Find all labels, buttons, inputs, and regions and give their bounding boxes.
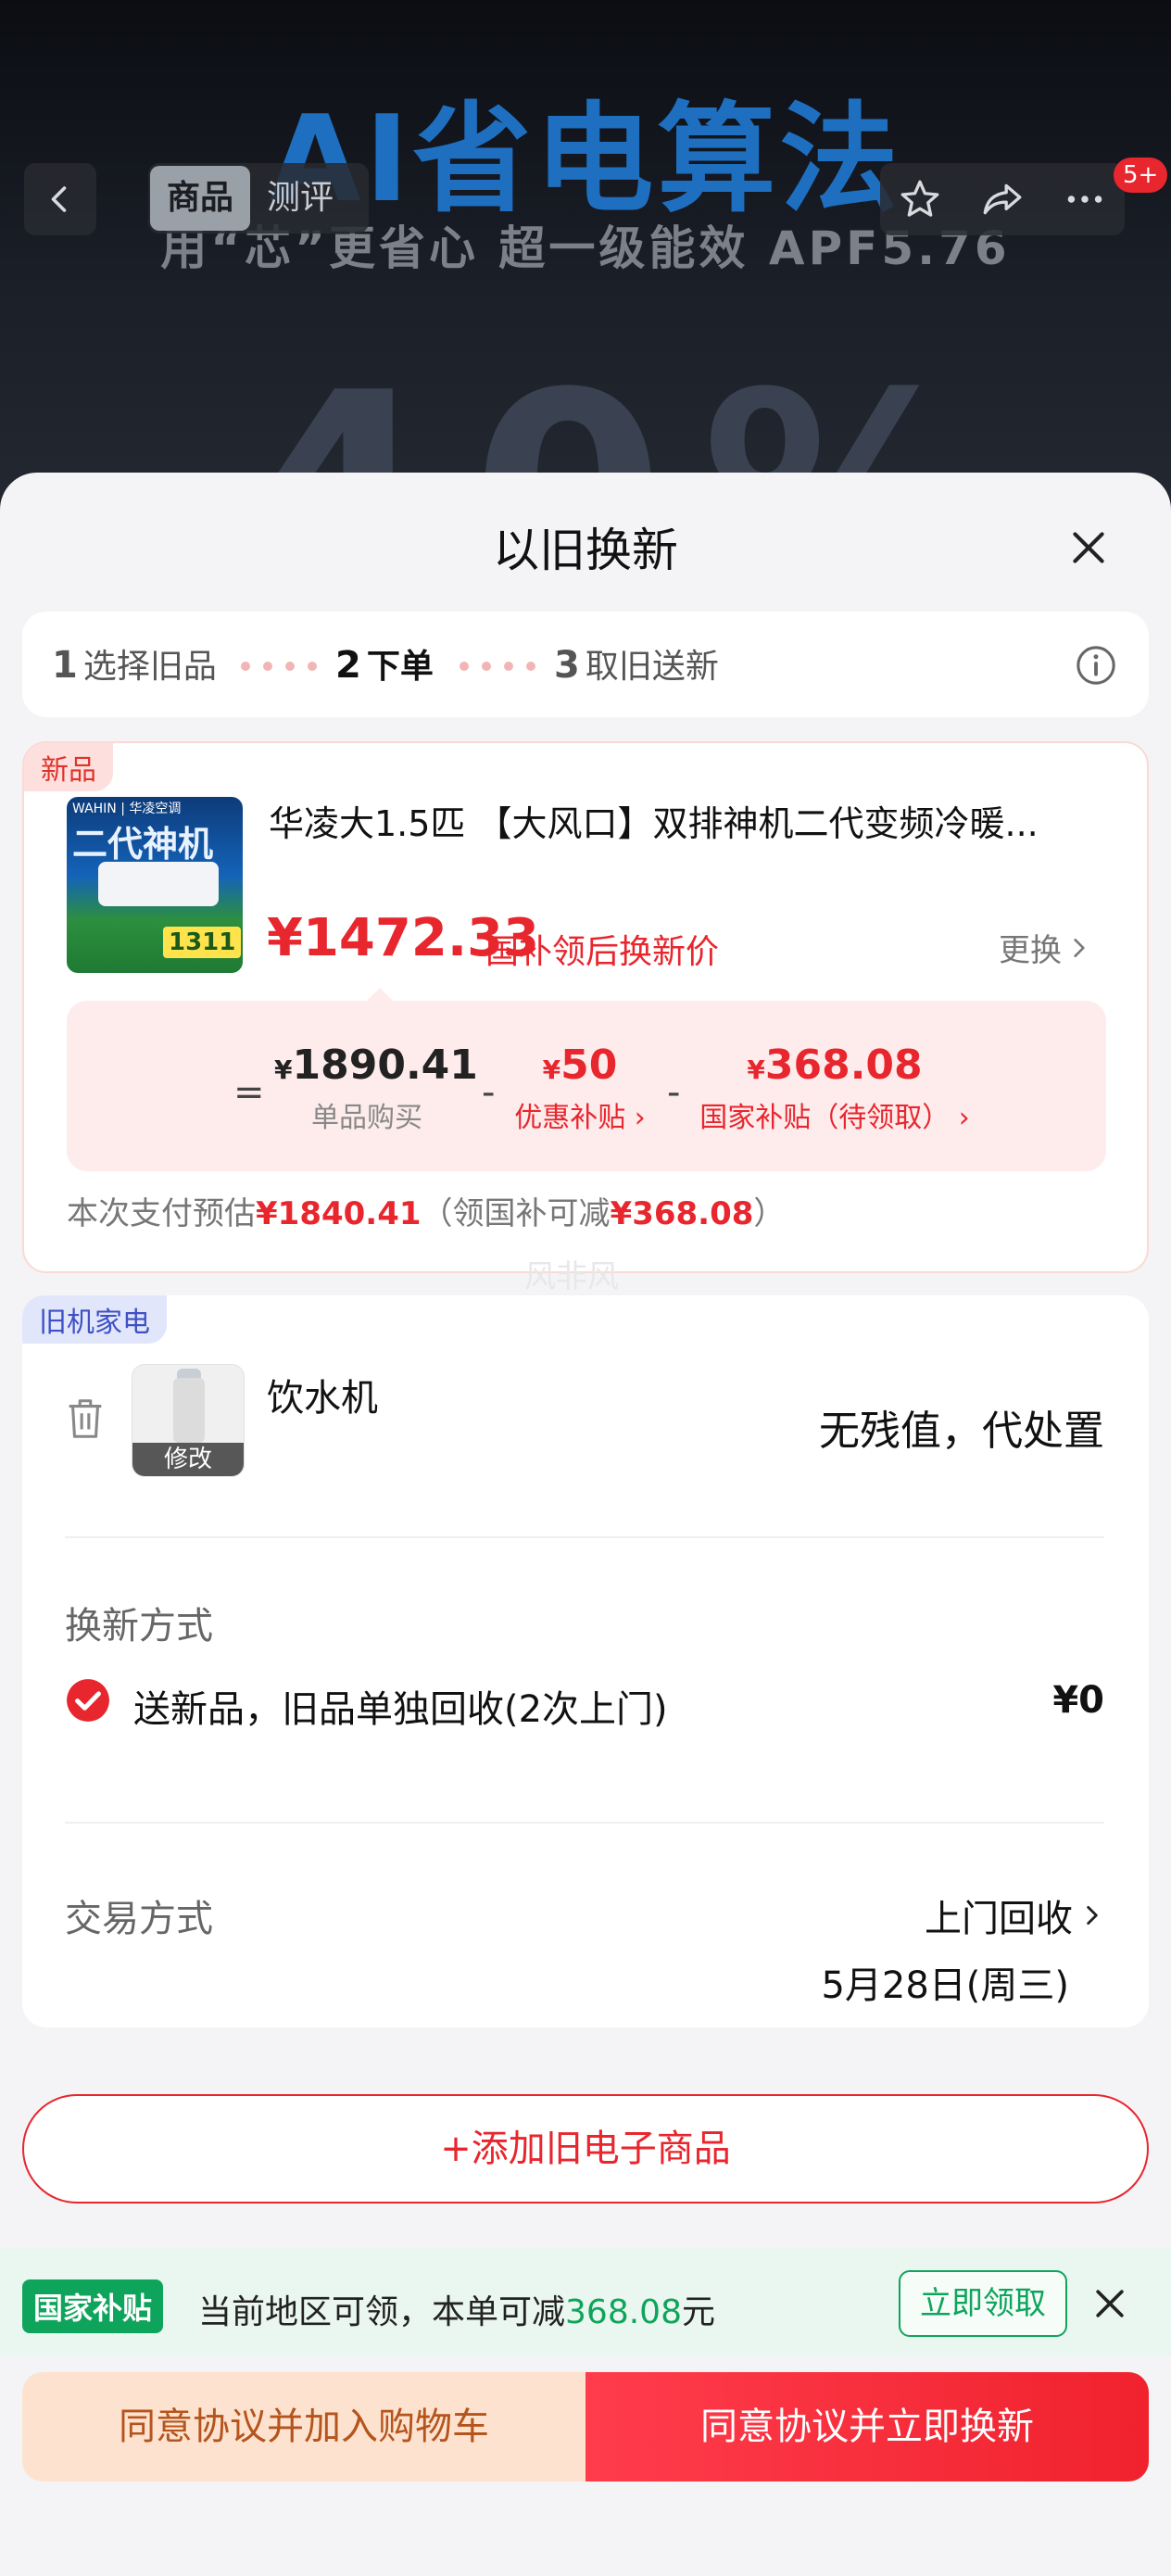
subsidy-symbol: ¥ <box>747 1054 765 1085</box>
minus-sign: - <box>482 1071 496 1114</box>
dispenser-graphic <box>173 1378 205 1443</box>
discount-value: 50 <box>560 1042 618 1089</box>
add-to-cart-button[interactable]: 同意协议并加入购物车 <box>22 2372 586 2481</box>
method-option-text[interactable]: 送新品，旧品单独回收(2次上门) <box>133 1679 668 1733</box>
step-2-number: 2 <box>335 644 361 687</box>
product-image-text: 二代神机 <box>72 824 214 865</box>
step-progress: 1 选择旧品 2 下单 3 取旧送新 <box>22 612 1149 717</box>
base-price-label: 单品购买 <box>311 1102 422 1134</box>
product-image-brand: WAHIN | 华凌空调 <box>72 802 182 816</box>
chevron-right-icon <box>1074 938 1085 957</box>
old-appliance-image[interactable]: 修改 <box>132 1364 245 1477</box>
pay-suffix: ） <box>753 1195 786 1232</box>
subsidy-bar: 国家补贴 当前地区可领，本单可减368.08元 立即领取 <box>0 2248 1171 2355</box>
info-icon[interactable] <box>1075 644 1117 687</box>
change-product-button[interactable]: 更换 <box>999 925 1091 970</box>
discount-subsidy[interactable]: ¥50 优惠补贴 › <box>506 1042 654 1135</box>
product-image-price: 1311 <box>163 927 242 958</box>
checkmark-icon[interactable] <box>65 1677 111 1724</box>
claim-subsidy-button[interactable]: 立即领取 <box>899 2270 1067 2337</box>
trade-section-label: 交易方式 <box>65 1898 213 1940</box>
national-subsidy[interactable]: ¥368.08 国家补贴（待领取） › <box>682 1042 988 1135</box>
add-old-item-button[interactable]: +添加旧电子商品 <box>22 2094 1149 2203</box>
close-icon[interactable] <box>1065 524 1112 571</box>
tab-review[interactable]: 测评 <box>250 166 350 231</box>
close-icon[interactable] <box>1089 2283 1130 2324</box>
pay-subsidy: ¥368.08 <box>610 1195 754 1232</box>
tab-product[interactable]: 商品 <box>150 166 251 231</box>
subsidy-text: 当前地区可领，本单可减368.08元 <box>198 2285 715 2333</box>
base-price: ¥1890.41 单品购买 <box>274 1042 478 1135</box>
equals-sign: = <box>233 1071 265 1114</box>
more-icon[interactable] <box>1062 176 1108 222</box>
subsidy-amount: 368.08 <box>565 2293 682 2331</box>
step-1-label: 选择旧品 <box>82 648 217 686</box>
price-breakdown: = ¥1890.41 单品购买 - ¥50 优惠补贴 › - ¥368.08 国… <box>67 988 1106 1171</box>
old-appliance-name: 饮水机 <box>267 1377 378 1420</box>
payment-estimate: 本次支付预估¥1840.41（领国补可减¥368.08） <box>67 1188 785 1233</box>
divider <box>65 1536 1104 1538</box>
step-1-number: 1 <box>52 644 78 687</box>
subsidy-label: 国家补贴（待领取） › <box>699 1102 970 1134</box>
subsidy-tag: 国家补贴 <box>22 2279 164 2333</box>
base-price-value: 1890.41 <box>292 1042 478 1089</box>
method-section-label: 换新方式 <box>65 1605 213 1648</box>
trade-in-sheet: 以旧换新 1 选择旧品 2 下单 3 取旧送新 新品 WAHIN | 华凌空调 二代神… <box>0 473 1171 2576</box>
trade-in-now-button[interactable]: 同意协议并立即换新 <box>586 2372 1149 2481</box>
step-2-label: 下单 <box>366 648 434 686</box>
minus-sign: - <box>667 1071 681 1114</box>
subsidy-value: 368.08 <box>764 1042 923 1089</box>
pay-mid: （领国补可减 <box>421 1195 611 1232</box>
pickup-date: 5月28日(周三) <box>821 1964 1069 2007</box>
step-3-number: 3 <box>554 644 580 687</box>
discount-symbol: ¥ <box>542 1054 561 1085</box>
step-3-label: 取旧送新 <box>585 648 719 686</box>
step-dots <box>241 662 317 671</box>
divider <box>65 1822 1104 1824</box>
sheet-title: 以旧换新 <box>493 524 678 577</box>
old-appliance-tag: 旧机家电 <box>22 1295 167 1344</box>
step-2: 2 下单 <box>335 639 434 688</box>
top-actions <box>880 163 1125 235</box>
back-button[interactable] <box>24 163 96 235</box>
watermark: 风非风 <box>524 1258 619 1295</box>
product-hero-banner: AI省电算法 用“芯”更省心 超一级能效 APF5.76 40% 商品 测评 5… <box>0 0 1171 519</box>
subsidy-text-prefix: 当前地区可领，本单可减 <box>198 2293 566 2331</box>
step-3: 3 取旧送新 <box>554 639 719 688</box>
air-conditioner-graphic <box>98 862 219 906</box>
pay-prefix: 本次支付预估 <box>67 1195 256 1232</box>
product-title[interactable]: 华凌大1.5匹 【大风口】双排神机二代变频冷暖... <box>269 795 1102 846</box>
step-1: 1 选择旧品 <box>52 639 217 688</box>
top-tabs: 商品 测评 <box>148 163 369 234</box>
new-product-tag: 新品 <box>24 743 113 791</box>
share-icon[interactable] <box>977 176 1027 222</box>
product-image[interactable]: WAHIN | 华凌空调 二代神机 1311 <box>67 797 243 973</box>
step-dots <box>460 662 535 671</box>
trash-icon[interactable] <box>65 1395 106 1442</box>
discount-label: 优惠补贴 › <box>514 1102 646 1134</box>
pay-amount: ¥1840.41 <box>256 1195 422 1232</box>
method-option-price: ¥0 <box>1052 1679 1104 1722</box>
old-appliance-value: 无残值，代处置 <box>819 1408 1104 1455</box>
notification-badge: 5+ <box>1114 158 1168 193</box>
base-price-symbol: ¥ <box>274 1054 293 1085</box>
product-price-label: 国补领后换新价 <box>485 933 720 971</box>
change-label: 更换 <box>999 932 1062 969</box>
subsidy-text-suffix: 元 <box>681 2293 715 2331</box>
star-icon[interactable] <box>897 176 943 222</box>
new-product-card: 新品 WAHIN | 华凌空调 二代神机 1311 华凌大1.5匹 【大风口】双… <box>22 741 1149 1295</box>
trade-method-selector[interactable]: 上门回收 <box>925 1888 1104 1942</box>
old-appliance-card: 旧机家电 修改 饮水机 无残值，代处置 换新方式 送新品，旧品单独回收(2次上门… <box>22 1295 1149 2027</box>
edit-old-appliance[interactable]: 修改 <box>132 1443 244 1476</box>
chevron-right-icon <box>1087 1905 1098 1926</box>
trade-method-value: 上门回收 <box>925 1898 1073 1940</box>
chevron-left-icon <box>51 186 67 212</box>
